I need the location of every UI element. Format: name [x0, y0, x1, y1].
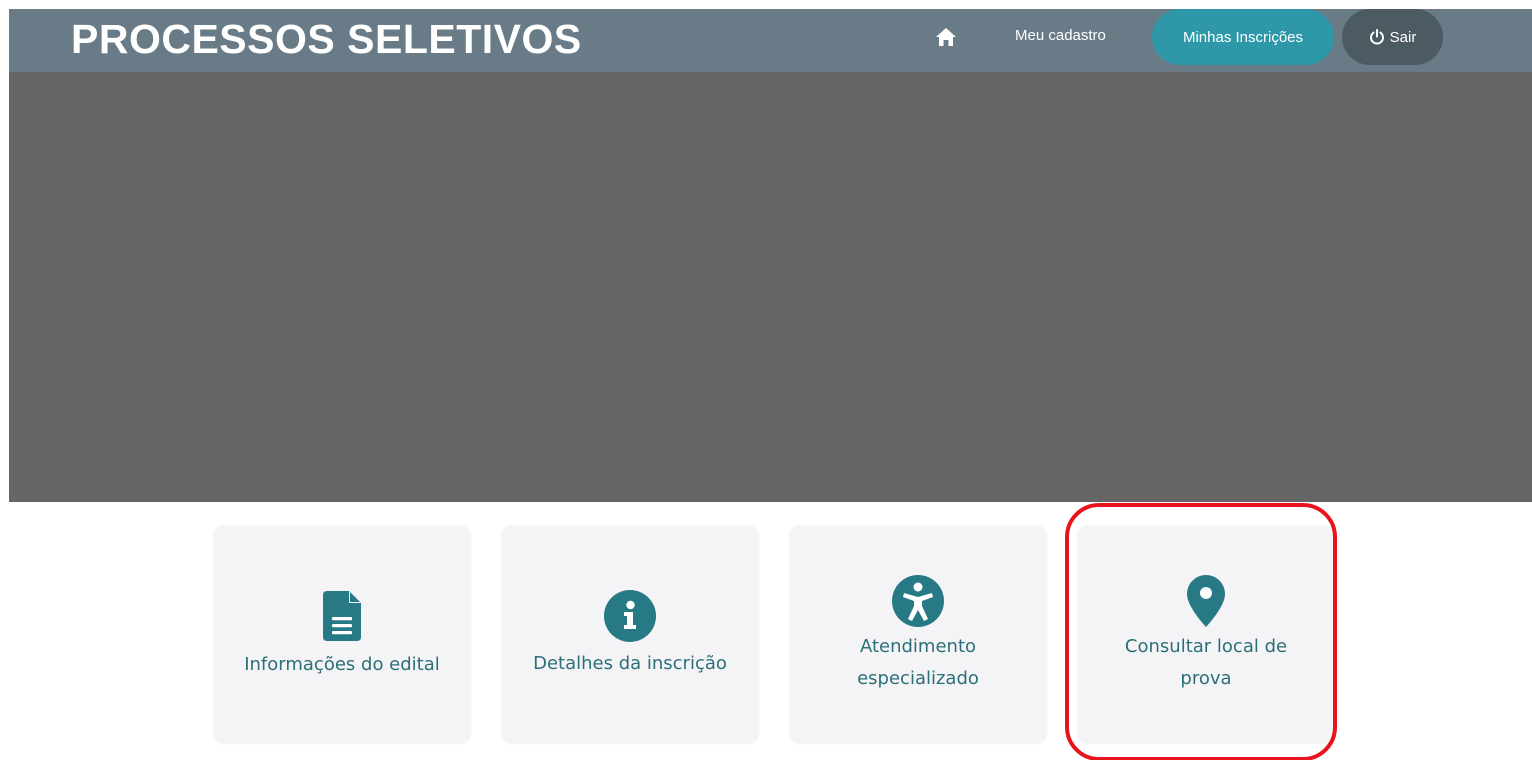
hero-banner	[9, 72, 1532, 502]
map-pin-icon	[1186, 573, 1226, 629]
top-navbar: PROCESSOS SELETIVOS Meu cadastro Minhas …	[9, 9, 1532, 72]
card-label: Detalhes da inscrição	[533, 653, 727, 674]
nav-minhas-inscricoes-label: Minhas Inscrições	[1182, 28, 1304, 46]
card-label: Atendimento especializado	[857, 636, 979, 689]
card-detalhes-inscricao[interactable]: Detalhes da inscrição	[502, 526, 758, 742]
logout-button[interactable]: Sair	[1342, 9, 1443, 65]
logout-label: Sair	[1389, 28, 1417, 46]
accessibility-icon	[891, 573, 945, 629]
card-consultar-local-prova[interactable]: Consultar local de prova	[1078, 526, 1334, 742]
nav-home-link[interactable]	[926, 22, 966, 52]
page: PROCESSOS SELETIVOS Meu cadastro Minhas …	[0, 0, 1532, 760]
nav-minhas-inscricoes[interactable]: Minhas Inscrições	[1152, 9, 1334, 65]
nav-meu-cadastro[interactable]: Meu cadastro	[1015, 19, 1106, 53]
site-title: PROCESSOS SELETIVOS	[71, 16, 582, 62]
card-label: Informações do edital	[244, 654, 440, 675]
document-icon	[322, 587, 362, 645]
card-atendimento-especializado[interactable]: Atendimento especializado	[790, 526, 1046, 742]
power-icon	[1369, 29, 1384, 45]
info-icon	[603, 588, 657, 644]
card-label: Consultar local de prova	[1124, 636, 1288, 689]
card-informacoes-edital[interactable]: Informações do edital	[214, 526, 470, 742]
home-icon	[936, 28, 956, 46]
